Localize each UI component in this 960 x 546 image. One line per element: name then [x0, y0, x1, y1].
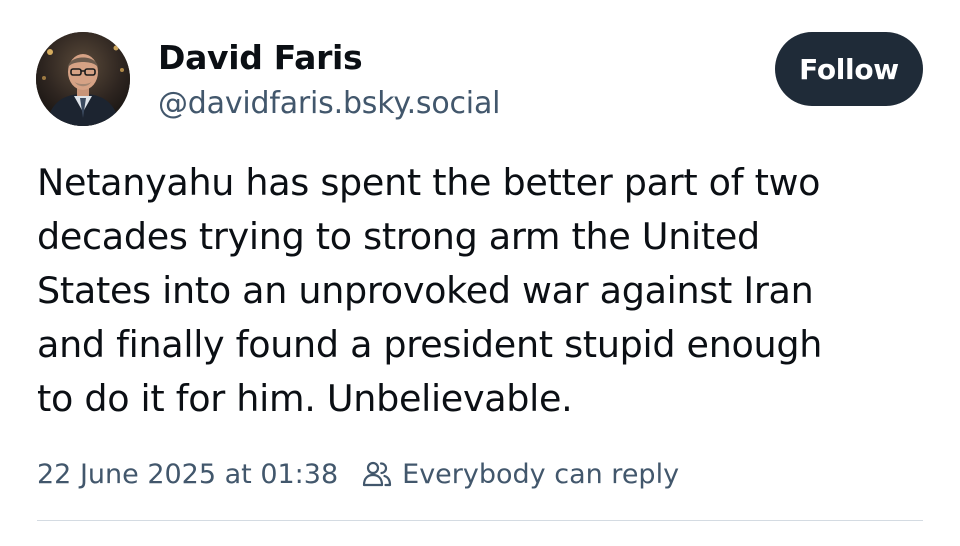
- reply-setting: Everybody can reply: [402, 458, 680, 490]
- post-text-line: Netanyahu has spent the better part of t…: [37, 161, 821, 204]
- post-text-line: and finally found a president stupid eno…: [37, 323, 823, 366]
- post-text-line: decades trying to strong arm the United: [37, 215, 760, 258]
- follow-button[interactable]: Follow: [775, 32, 923, 106]
- post-text-line: to do it for him. Unbelievable.: [37, 377, 573, 420]
- divider: [37, 520, 923, 521]
- post-meta: 22 June 2025 at 01:38 Everybody can repl…: [37, 455, 679, 493]
- people-icon: [360, 457, 394, 491]
- avatar[interactable]: [36, 32, 130, 126]
- post-text: Netanyahu has spent the better part of t…: [37, 156, 937, 426]
- post-card: David Faris @davidfaris.bsky.social Foll…: [0, 0, 960, 546]
- author-handle[interactable]: @davidfaris.bsky.social: [158, 86, 500, 121]
- user-avatar-icon: [36, 32, 130, 126]
- post-text-line: States into an unprovoked war against Ir…: [37, 269, 814, 312]
- author-display-name[interactable]: David Faris: [158, 38, 363, 77]
- post-timestamp[interactable]: 22 June 2025 at 01:38: [37, 459, 338, 490]
